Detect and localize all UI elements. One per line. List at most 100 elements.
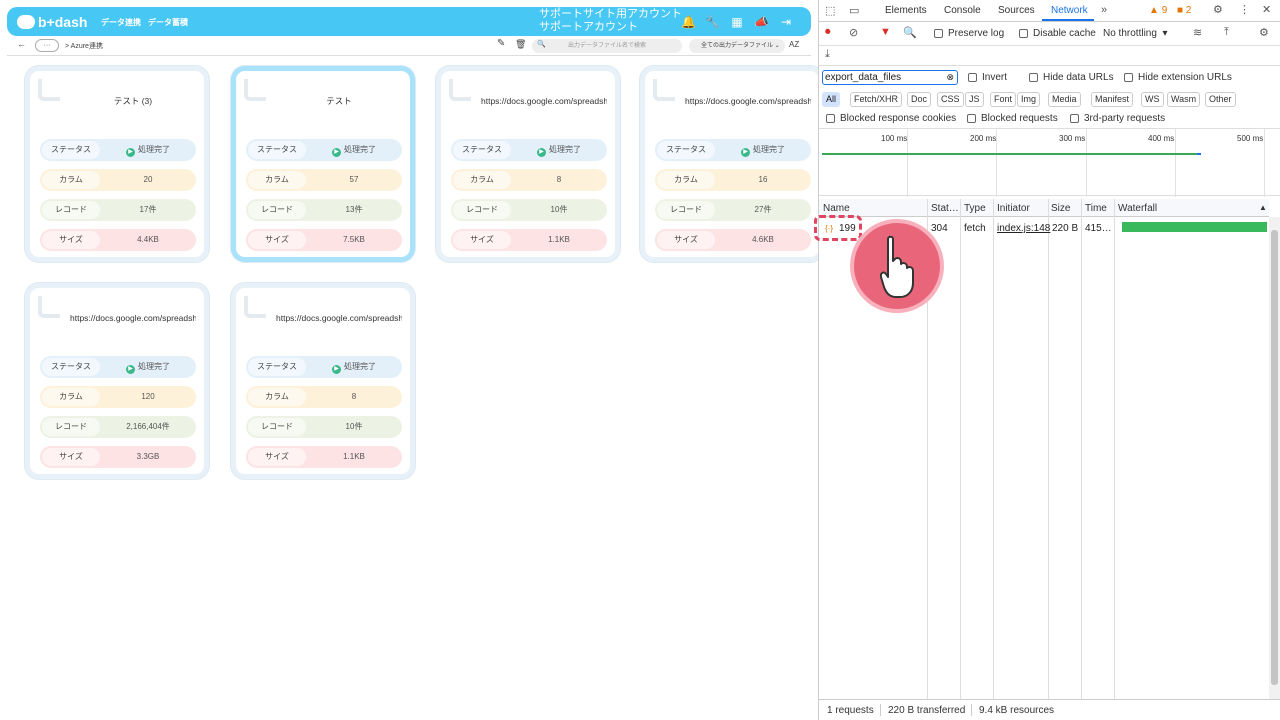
blocked-cookies-checkbox[interactable] — [826, 114, 835, 123]
record-row: レコード 27件 — [655, 199, 811, 221]
megaphone-icon[interactable]: 📣 — [754, 15, 769, 29]
col-type[interactable]: Type — [964, 203, 986, 214]
type-filter-css[interactable]: CSS — [937, 92, 964, 107]
col-size[interactable]: Size — [1051, 203, 1070, 214]
search-input[interactable]: 出力データファイル名で検索 — [532, 39, 682, 53]
status-value: ▶ 処理完了 — [104, 139, 192, 161]
issues-badge[interactable]: ■ 2 — [1177, 5, 1191, 16]
preserve-log-checkbox[interactable] — [934, 29, 943, 38]
col-time[interactable]: Time — [1085, 203, 1107, 214]
devtools-tabbar: ⬚ ▭ Elements Console Sources Network » ▲… — [819, 0, 1280, 22]
card-title: https://docs.google.com/spreadsheets/d/1… — [685, 96, 811, 106]
network-overview-timeline[interactable]: 100 ms 200 ms 300 ms 400 ms 500 ms — [819, 128, 1280, 197]
request-initiator-link[interactable]: index.js:148 — [997, 223, 1050, 234]
sort-up-icon[interactable]: ▲ — [1259, 203, 1267, 212]
col-status[interactable]: Stat… — [931, 203, 959, 214]
throttling-select[interactable]: No throttling ▾ — [1103, 28, 1168, 39]
size-row: サイズ 3.3GB — [40, 446, 196, 468]
type-filter-img[interactable]: Img — [1017, 92, 1041, 107]
breadcrumb-more-button[interactable]: ··· — [35, 39, 59, 52]
blocked-cookies-label: Blocked response cookies — [840, 113, 957, 124]
trash-icon[interactable]: 🗑 — [515, 39, 526, 50]
size-value: 3.3GB — [136, 452, 160, 461]
close-icon[interactable]: ✕ — [1262, 3, 1271, 16]
check-circle-icon: ▶ — [126, 148, 135, 157]
network-settings-icon[interactable]: ⚙ — [1259, 26, 1269, 39]
network-status-bar: 1 requests 220 B transferred 9.4 kB reso… — [819, 699, 1280, 720]
type-filter-all[interactable]: All — [822, 92, 841, 107]
type-filter-media[interactable]: Media — [1048, 92, 1081, 107]
data-file-card[interactable]: テスト ステータス ▶ 処理完了 カラム 57 レコード 13件 サイズ 7.5KB — [231, 66, 415, 262]
clear-icon[interactable]: ⊘ — [849, 26, 858, 39]
col-initiator[interactable]: Initiator — [997, 203, 1030, 214]
upload-icon[interactable]: ⤒ — [1224, 26, 1229, 39]
blocked-requests-checkbox[interactable] — [967, 114, 976, 123]
search-icon[interactable]: 🔍 — [903, 26, 917, 39]
type-filter-js[interactable]: JS — [965, 92, 984, 107]
back-button[interactable]: ← — [17, 39, 26, 49]
tab-elements[interactable]: Elements — [885, 5, 927, 16]
column-label: カラム — [42, 388, 100, 406]
tab-network[interactable]: Network — [1051, 5, 1088, 16]
edit-icon[interactable]: ✎ — [497, 38, 505, 49]
type-filter-doc[interactable]: Doc — [907, 92, 932, 107]
inspect-icon[interactable]: ⬚ — [825, 4, 835, 17]
settings-gear-icon[interactable]: ⚙ — [1213, 3, 1223, 16]
size-label: サイズ — [453, 231, 511, 249]
warning-badge[interactable]: ▲ 9 — [1149, 5, 1167, 16]
size-label: サイズ — [42, 448, 100, 466]
type-filter-font[interactable]: Font — [990, 92, 1017, 107]
sort-button[interactable]: AZ — [789, 40, 799, 49]
bdash-logo[interactable]: b+dash — [17, 13, 87, 31]
column-label: カラム — [657, 171, 715, 189]
col-waterfall[interactable]: Waterfall — [1118, 203, 1157, 214]
nav-data-link[interactable]: データ連携 — [101, 17, 141, 28]
file-filter-select[interactable]: 全ての出力データファイル ⌄ — [689, 39, 785, 53]
file-corner-icon — [449, 79, 471, 101]
col-name[interactable]: Name — [823, 203, 850, 214]
logout-icon[interactable]: ⇥ — [779, 15, 793, 29]
file-corner-icon — [38, 296, 60, 318]
download-icon[interactable]: ⤓ — [825, 48, 830, 61]
status-value: ▶ 処理完了 — [310, 139, 398, 161]
nav-data-store[interactable]: データ蓄積 — [148, 17, 188, 28]
wrench-icon[interactable]: 🔧 — [705, 15, 720, 29]
record-row: レコード 13件 — [246, 199, 402, 221]
type-filter-wasm[interactable]: Wasm — [1167, 92, 1201, 107]
sub-bar: ← ··· > Azure連携 ✎ 🗑 出力データファイル名で検索 🔍 全ての出… — [7, 36, 811, 56]
bell-icon[interactable]: 🔔 — [681, 15, 696, 29]
scrollbar-thumb[interactable] — [1271, 230, 1278, 685]
third-party-checkbox[interactable] — [1070, 114, 1079, 123]
type-filter-ws[interactable]: WS — [1141, 92, 1164, 107]
type-filter-fetchxhr[interactable]: Fetch/XHR — [850, 92, 903, 107]
hide-data-urls-checkbox[interactable] — [1029, 73, 1038, 82]
clear-filter-icon[interactable]: ⊗ — [946, 71, 954, 84]
hide-extension-urls-checkbox[interactable] — [1124, 73, 1133, 82]
data-file-card[interactable]: テスト (3) ステータス ▶ 処理完了 カラム 20 レコード 17件 サイズ 4.4K… — [25, 66, 209, 262]
data-file-card[interactable]: https://docs.google.com/spreadsheets/d/1… — [436, 66, 620, 262]
account-name[interactable]: サポートサイト用アカウント サポートアカウント — [539, 8, 682, 34]
type-filter-manifest[interactable]: Manifest — [1091, 92, 1134, 107]
record-value: 2,166,404件 — [126, 422, 170, 431]
filter-input[interactable]: export_data_files ⊗ — [822, 70, 958, 85]
column-value: 57 — [349, 175, 359, 184]
tab-sources[interactable]: Sources — [998, 5, 1035, 16]
timeline-tick-label: 200 ms — [970, 134, 997, 143]
timeline-waiting-bar — [1197, 153, 1201, 155]
disable-cache-checkbox[interactable] — [1019, 29, 1028, 38]
grid-icon[interactable]: ▦ — [730, 15, 744, 29]
device-toolbar-icon[interactable]: ▭ — [849, 4, 859, 17]
data-file-card[interactable]: https://docs.google.com/spreadsheets/d/1… — [231, 283, 415, 479]
record-row: レコード 17件 — [40, 199, 196, 221]
wifi-icon[interactable]: ≋ — [1193, 26, 1202, 39]
record-icon[interactable]: ⏺ — [825, 26, 831, 39]
more-menu-icon[interactable]: ⋮ — [1239, 3, 1250, 16]
tab-console[interactable]: Console — [944, 5, 981, 16]
more-tabs-icon[interactable]: » — [1101, 4, 1107, 16]
invert-checkbox[interactable] — [968, 73, 977, 82]
hide-data-urls-label: Hide data URLs — [1043, 72, 1114, 83]
filter-icon[interactable]: ▼ — [880, 26, 891, 38]
data-file-card[interactable]: https://docs.google.com/spreadsheets/d/1… — [25, 283, 209, 479]
type-filter-other[interactable]: Other — [1205, 92, 1236, 107]
data-file-card[interactable]: https://docs.google.com/spreadsheets/d/1… — [640, 66, 818, 262]
